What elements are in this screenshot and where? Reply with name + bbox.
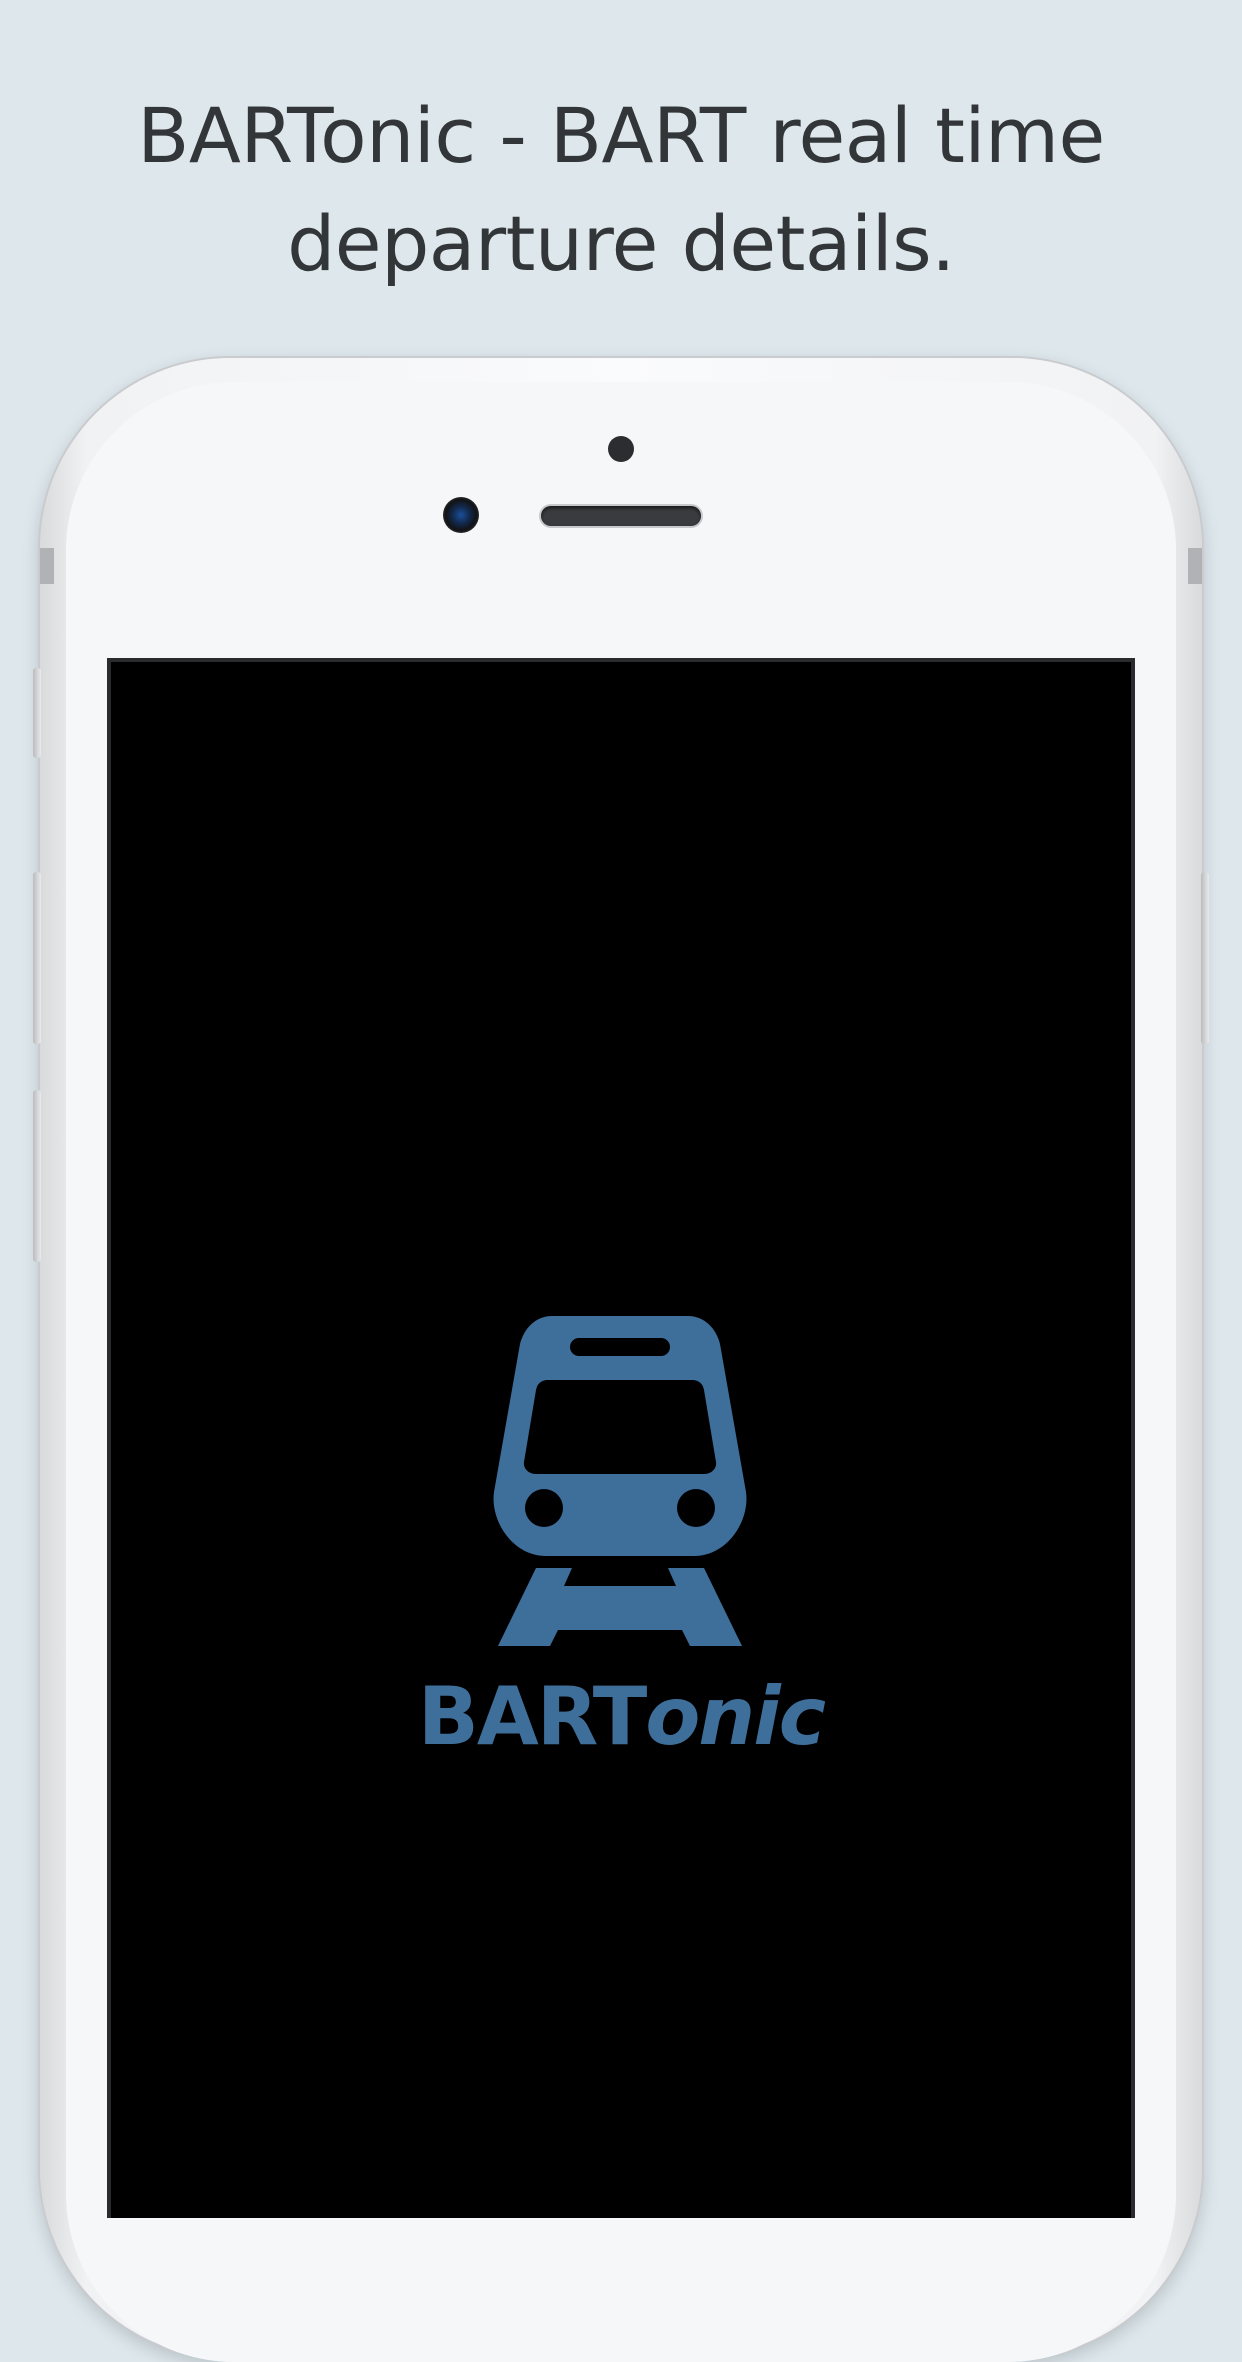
logo-text-italic: onic [645, 1670, 826, 1763]
train-icon [493, 1316, 747, 1646]
power-button [1201, 872, 1209, 1044]
front-camera [443, 497, 479, 533]
antenna-band-right [1188, 548, 1202, 584]
app-logo-wordmark: BARTonic [0, 1670, 1242, 1763]
logo-text-plain: BART [417, 1670, 647, 1763]
promo-caption-line-1: BARTonic - BART real time [137, 91, 1105, 180]
antenna-band-left [40, 548, 54, 584]
proximity-sensor [608, 436, 634, 462]
volume-down-button [33, 1090, 41, 1262]
volume-up-button [33, 872, 41, 1044]
mute-switch [33, 668, 41, 758]
promo-caption-line-2: departure details. [287, 199, 955, 288]
promo-caption: BARTonic - BART real time departure deta… [0, 82, 1242, 298]
earpiece-speaker [541, 506, 701, 526]
